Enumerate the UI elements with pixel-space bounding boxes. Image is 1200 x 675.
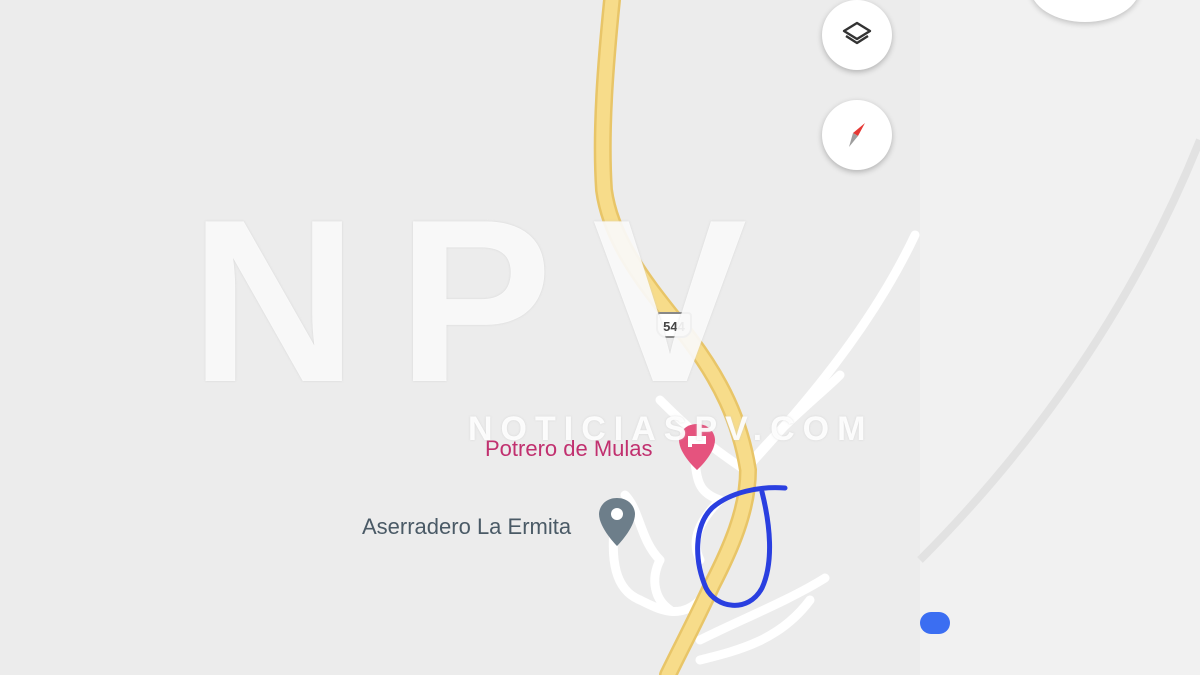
location-pin-icon[interactable]	[599, 498, 635, 546]
compass-icon	[849, 123, 865, 147]
map-panel-right	[920, 0, 1200, 675]
bed-pin-icon[interactable]	[679, 424, 715, 470]
layers-icon	[842, 21, 872, 45]
location-indicator	[920, 612, 950, 634]
place-label-aserradero-la-ermita[interactable]: Aserradero La Ermita	[362, 514, 571, 540]
compass-button[interactable]	[822, 100, 892, 170]
place-label-potrero-de-mulas[interactable]: Potrero de Mulas	[485, 436, 653, 462]
map-canvas[interactable]	[0, 0, 1200, 675]
route-shield-544: 544	[656, 312, 692, 338]
layers-button[interactable]	[822, 0, 892, 70]
